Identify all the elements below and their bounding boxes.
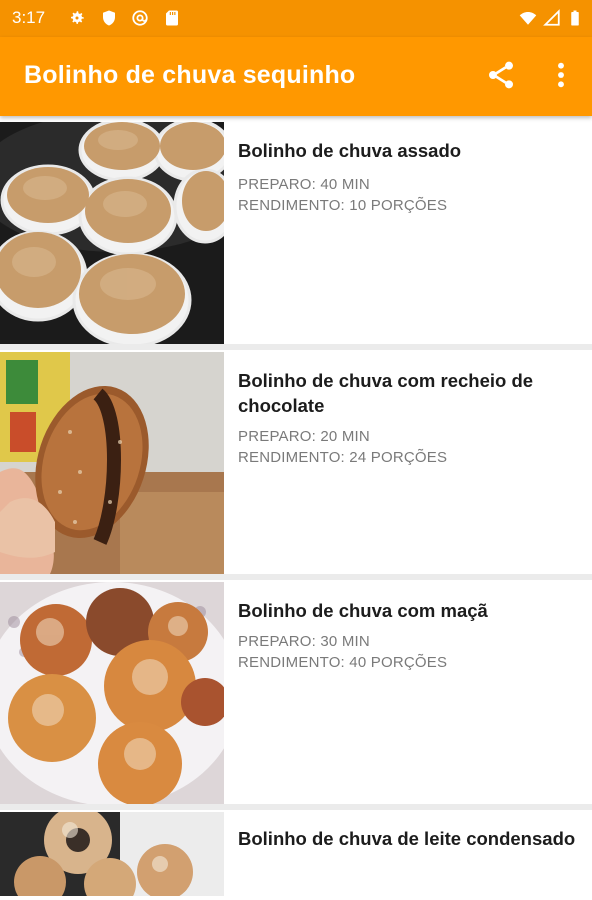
app-bar: Bolinho de chuva sequinho <box>0 37 592 116</box>
recipe-yield: RENDIMENTO: 24 PORÇÕES <box>238 449 448 466</box>
status-time: 3:17 <box>12 8 46 27</box>
more-vert-icon[interactable] <box>545 59 577 91</box>
recipe-photo <box>0 812 224 896</box>
share-icon[interactable] <box>485 59 517 91</box>
recipe-info: Bolinho de chuva de leite condensado <box>238 826 578 851</box>
at-sign-icon <box>132 10 148 26</box>
signal-icon <box>543 9 560 26</box>
recipe-title: Bolinho de chuva com recheio de chocolat… <box>238 370 534 416</box>
recipe-card[interactable]: Bolinho de chuva com recheio de chocolat… <box>0 350 592 574</box>
recipe-card[interactable]: Bolinho de chuva de leite condensado <box>0 810 592 900</box>
recipe-title: Bolinho de chuva de leite condensado <box>238 828 576 849</box>
wifi-icon <box>519 12 537 25</box>
shield-icon <box>103 10 115 26</box>
recipe-photo <box>0 122 224 344</box>
recipe-info: Bolinho de chuva assado PREPARO: 40 MIN … <box>238 138 578 216</box>
recipe-prep-time: PREPARO: 30 MIN <box>238 633 370 650</box>
gear-icon <box>71 11 84 24</box>
sd-card-icon <box>166 10 178 26</box>
recipe-prep-time: PREPARO: 20 MIN <box>238 428 370 445</box>
status-bar: 3:17 <box>0 0 592 37</box>
recipe-title: Bolinho de chuva com maçã <box>238 600 488 621</box>
recipe-info: Bolinho de chuva com maçã PREPARO: 30 MI… <box>238 598 578 673</box>
app-title: Bolinho de chuva sequinho <box>24 61 356 89</box>
recipe-card[interactable]: Bolinho de chuva com maçã PREPARO: 30 MI… <box>0 580 592 804</box>
recipe-yield: RENDIMENTO: 10 PORÇÕES <box>238 197 448 214</box>
recipe-card[interactable]: Bolinho de chuva assado PREPARO: 40 MIN … <box>0 116 592 344</box>
recipe-photo <box>0 582 224 804</box>
recipe-yield: RENDIMENTO: 40 PORÇÕES <box>238 654 448 671</box>
recipe-prep-time: PREPARO: 40 MIN <box>238 176 370 193</box>
battery-icon <box>571 10 579 26</box>
recipe-title: Bolinho de chuva assado <box>238 140 462 161</box>
recipe-photo <box>0 352 224 574</box>
recipe-info: Bolinho de chuva com recheio de chocolat… <box>238 368 578 468</box>
